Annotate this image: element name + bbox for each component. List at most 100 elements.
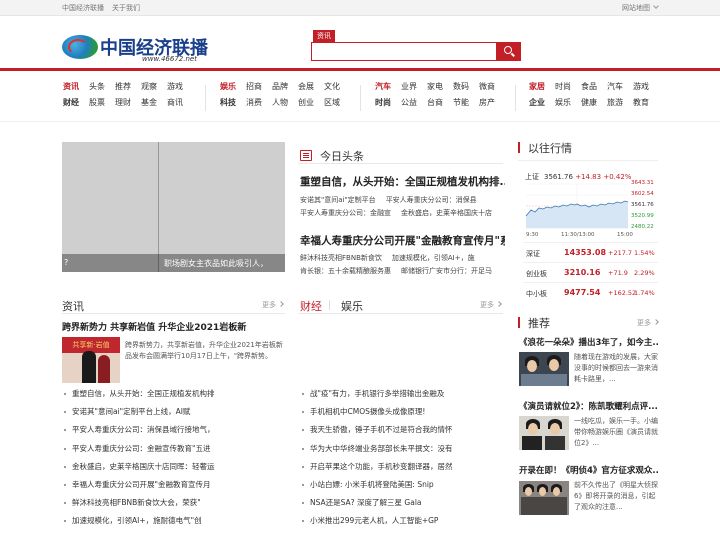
nav-item[interactable]: 时尚 <box>555 81 571 92</box>
list-item[interactable]: 小站白嫖: 小米手机将登陆美国: Snip <box>300 479 505 497</box>
recommend-item-image[interactable] <box>519 416 569 450</box>
nav-item[interactable]: 商讯 <box>167 97 183 108</box>
list-item[interactable]: 小米推出299元老人机，人工智能+GP <box>300 515 505 533</box>
nav-item[interactable]: 财经 <box>63 97 79 108</box>
list-item[interactable]: 平安人寿重庆分公司：消保县域行接地气， <box>62 424 285 442</box>
list-item[interactable]: 安诺其"意间ai"定制平台上线，AI赋 <box>62 406 285 424</box>
search-input[interactable] <box>311 42 497 61</box>
nav-item[interactable]: 台商 <box>427 97 443 108</box>
zixun-feature-image[interactable]: 共享新·岩值 <box>62 337 120 383</box>
nav-item[interactable]: 会展 <box>298 81 314 92</box>
list-item[interactable]: 重塑自信，从头开始：全国正规植发机构排 <box>62 388 285 406</box>
nav-item[interactable]: 数码 <box>453 81 469 92</box>
nav-item[interactable]: 理财 <box>115 97 131 108</box>
toutiao-headline-1[interactable]: 重塑自信，从头开始：全国正规植发机构排... <box>300 174 505 189</box>
zixun-feature-summary: 跨界新势力，共享新岩值，升华企业2021年岩板新品发布会圆满举行10月17日上午… <box>125 341 283 360</box>
zixun-more-link[interactable]: 更多 <box>262 300 284 310</box>
nav-item[interactable]: 健康 <box>581 97 597 108</box>
chevron-right-icon <box>278 301 284 307</box>
list-item[interactable]: 鲜沐科技亮相FBNB新食饮大会，荣获" <box>62 497 285 515</box>
nav-item[interactable]: 业界 <box>401 81 417 92</box>
nav-item[interactable]: 公益 <box>401 97 417 108</box>
person-body <box>522 436 542 450</box>
nav-item[interactable]: 品牌 <box>272 81 288 92</box>
nav-item[interactable]: 食品 <box>581 81 597 92</box>
caijing-list: 战"疫"有力，手机银行多举措输出金融及 手机相机中CMOS摄像头成像原理! 我天… <box>300 388 505 534</box>
table-row[interactable]: 创业板 3210.16 +71.9 2.29% <box>523 262 658 282</box>
list-item[interactable]: 华为大中华终端业务部部长朱平撰文：没有 <box>300 443 505 461</box>
toutiao-headline-2[interactable]: 幸福人寿重庆分公司开展"金融教育宣传月"系 <box>300 233 505 248</box>
search-button[interactable] <box>497 42 521 61</box>
x-tick: 9:30 <box>526 232 539 238</box>
list-item[interactable]: 幸福人寿重庆分公司开展"金融教育宣传月 <box>62 479 285 497</box>
nav-item[interactable]: 企业 <box>529 97 545 108</box>
nav-item[interactable]: 房产 <box>479 97 495 108</box>
nav-item[interactable]: 旅游 <box>607 97 623 108</box>
sitemap-link[interactable]: 网站地图 <box>622 3 659 13</box>
nav-item[interactable]: 创业 <box>298 97 314 108</box>
nav-item[interactable]: 家居 <box>529 81 545 92</box>
site-logo[interactable]: 中国经济联播 www.46672.net <box>62 34 214 64</box>
toutiao-sublink[interactable]: 邮储银行广安市分行：开足马 <box>401 267 492 275</box>
tab-caijing[interactable]: 财经 <box>300 298 322 314</box>
caijing-more-link[interactable]: 更多 <box>480 300 502 310</box>
table-row[interactable]: 中小板 9477.54 +162.52 1.74% <box>523 282 658 302</box>
nav-item[interactable]: 头条 <box>89 81 105 92</box>
list-item[interactable]: 战"疫"有力，手机银行多举措输出金融及 <box>300 388 505 406</box>
recommend-item-title[interactable]: 《演员请就位2》：陈凯歌耀利点评... <box>519 400 659 412</box>
nav-item[interactable]: 家电 <box>427 81 443 92</box>
nav-item[interactable]: 游戏 <box>167 81 183 92</box>
table-row[interactable]: 深证 14353.08 +217.7 1.54% <box>523 242 658 262</box>
toutiao-sublink[interactable]: 金秋盛启，史莱辛格国庆十店 <box>401 209 492 217</box>
nav-item[interactable]: 科技 <box>220 97 236 108</box>
list-item[interactable]: 金秋盛启，史莱辛格国庆十店同晖：轻奢运 <box>62 461 285 479</box>
nav-item[interactable]: 游戏 <box>633 81 649 92</box>
recommend-more-link[interactable]: 更多 <box>637 318 659 328</box>
nav-item[interactable]: 汽车 <box>607 81 623 92</box>
nav-item[interactable]: 观察 <box>141 81 157 92</box>
nav-item[interactable]: 基金 <box>141 97 157 108</box>
top-link-about[interactable]: 关于我们 <box>112 4 140 12</box>
toutiao-sublink[interactable]: 鲜沐科技亮相FBNB新食饮 <box>300 254 382 262</box>
list-item[interactable]: 加速规模化，引领AI+，施耐德电气"创 <box>62 515 285 533</box>
toutiao-sublink[interactable]: 肯长银：五十余载精酿服务惠 <box>300 267 391 275</box>
nav-item[interactable]: 资讯 <box>63 81 79 92</box>
recommend-item-image[interactable] <box>519 481 569 515</box>
recommend-item-image[interactable] <box>519 352 569 386</box>
image-carousel[interactable]: ? 职场剧女主衣品如此吸引人， <box>62 142 285 272</box>
nav-item[interactable]: 时尚 <box>375 97 391 108</box>
zixun-title[interactable]: 资讯 <box>62 298 84 314</box>
carousel-caption-right[interactable]: 职场剧女主衣品如此吸引人， <box>164 258 268 269</box>
list-item[interactable]: NSA还是SA? 深度了解三星 Gala <box>300 497 505 515</box>
toutiao-sublink[interactable]: 安诺其"意间ai"定制平台 <box>300 196 376 204</box>
nav-separator <box>205 85 206 111</box>
recommend-item-title[interactable]: 《浪花一朵朵》播出3年了，如今主... <box>519 336 659 348</box>
search-category-tag[interactable]: 资讯 <box>313 30 335 42</box>
list-item[interactable]: 我天生骄傲，锤子手机不过是符合我的情怀 <box>300 424 505 442</box>
nav-item[interactable]: 推荐 <box>115 81 131 92</box>
recommend-item-title[interactable]: 开录在即！《明侦4》官方征求观众... <box>519 464 659 476</box>
y-tick: 2480.22 <box>631 224 654 230</box>
top-link-home[interactable]: 中国经济联播 <box>62 4 104 12</box>
nav-item[interactable]: 教育 <box>633 97 649 108</box>
toutiao-sublink[interactable]: 平安人寿重庆分公司：金融宣 <box>300 209 391 217</box>
nav-item[interactable]: 区域 <box>324 97 340 108</box>
nav-item[interactable]: 娱乐 <box>555 97 571 108</box>
nav-item[interactable]: 微商 <box>479 81 495 92</box>
index-chart[interactable]: 上证 3561.76 +14.83 +0.42% 3643.31 3602.54 … <box>523 170 658 242</box>
nav-item[interactable]: 娱乐 <box>220 81 236 92</box>
tab-yule[interactable]: 娱乐 <box>341 298 363 314</box>
nav-item[interactable]: 文化 <box>324 81 340 92</box>
nav-item[interactable]: 消费 <box>246 97 262 108</box>
nav-item[interactable]: 股票 <box>89 97 105 108</box>
toutiao-sublink[interactable]: 平安人寿重庆分公司：消保县 <box>386 196 477 204</box>
nav-item[interactable]: 人物 <box>272 97 288 108</box>
toutiao-sublink[interactable]: 加速规模化，引领AI+，施 <box>392 254 475 262</box>
list-item[interactable]: 手机相机中CMOS摄像头成像原理! <box>300 406 505 424</box>
nav-item[interactable]: 节能 <box>453 97 469 108</box>
nav-item[interactable]: 汽车 <box>375 81 391 92</box>
nav-item[interactable]: 招商 <box>246 81 262 92</box>
list-item[interactable]: 平安人寿重庆分公司：金融宣传教育"五进 <box>62 443 285 461</box>
zixun-feature-title[interactable]: 跨界新势力 共享新岩值 升华企业2021岩板新 <box>62 320 246 333</box>
list-item[interactable]: 开启苹果这个功能，手机秒变翻译器，居然 <box>300 461 505 479</box>
